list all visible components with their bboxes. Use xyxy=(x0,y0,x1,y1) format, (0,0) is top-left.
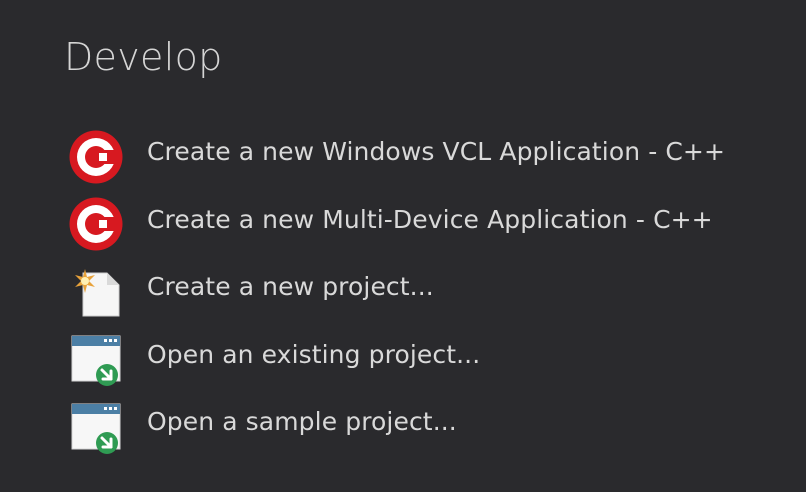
create-multi-device-cpp-application-link[interactable]: Create a new Multi-Device Application - … xyxy=(68,192,798,260)
create-new-project-label: Create a new project... xyxy=(147,272,434,302)
new-project-icon xyxy=(68,265,126,321)
create-windows-vcl-cpp-application-label: Create a new Windows VCL Application - C… xyxy=(147,137,726,167)
develop-heading: Develop xyxy=(64,35,223,79)
create-new-project-link[interactable]: Create a new project... xyxy=(68,259,798,327)
open-project-icon xyxy=(68,332,126,388)
open-sample-project-link[interactable]: Open a sample project... xyxy=(68,394,798,462)
open-existing-project-link[interactable]: Open an existing project... xyxy=(68,327,798,395)
open-sample-project-label: Open a sample project... xyxy=(147,407,457,437)
open-sample-icon xyxy=(68,400,126,456)
develop-panel: Develop Create a new Windows VCL Applica… xyxy=(0,0,806,492)
create-windows-vcl-cpp-application-link[interactable]: Create a new Windows VCL Application - C… xyxy=(68,124,798,192)
create-multi-device-cpp-application-label: Create a new Multi-Device Application - … xyxy=(147,204,713,234)
open-existing-project-label: Open an existing project... xyxy=(147,339,481,369)
cpp-icon xyxy=(68,197,126,253)
cpp-icon xyxy=(68,130,126,186)
develop-actions-list: Create a new Windows VCL Application - C… xyxy=(68,124,798,462)
